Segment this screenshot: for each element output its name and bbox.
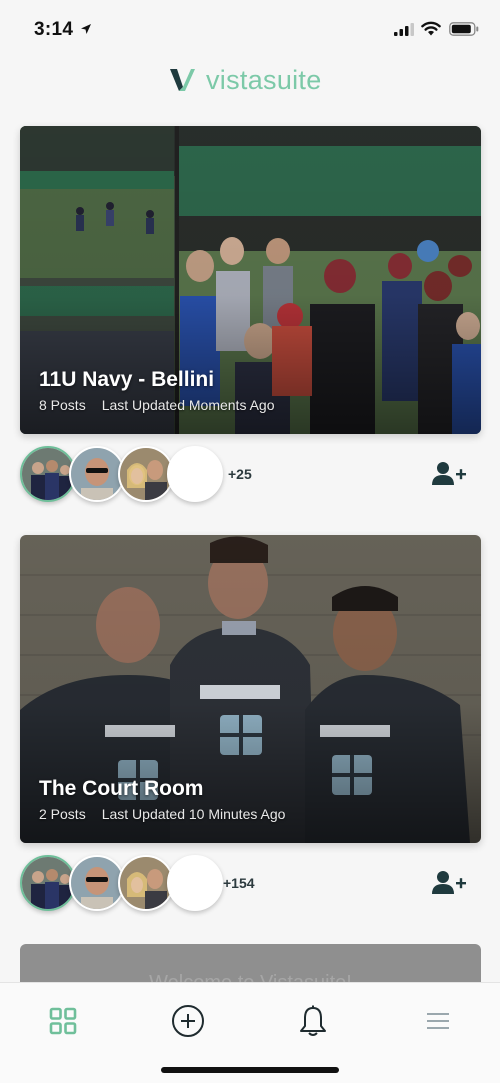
wifi-icon (421, 21, 441, 41)
avatar[interactable] (20, 446, 76, 502)
tab-notifications[interactable] (293, 1003, 333, 1043)
group-members-row: +154 (20, 855, 481, 915)
add-circle-icon (171, 1004, 205, 1043)
group-card[interactable]: 11U Navy - Bellini 8 Posts Last Updated M… (20, 126, 481, 434)
group-card[interactable]: The Court Room 2 Posts Last Updated 10 Mi… (20, 535, 481, 843)
more-members-count[interactable]: +154 (223, 875, 255, 891)
add-member-icon[interactable] (432, 870, 468, 901)
grid-icon (49, 1007, 77, 1040)
tab-create[interactable] (168, 1003, 208, 1043)
group-meta: 8 Posts Last Updated Moments Ago (39, 397, 274, 413)
avatar-placeholder[interactable] (167, 855, 223, 911)
avatar[interactable] (69, 446, 125, 502)
last-updated: Last Updated 10 Minutes Ago (101, 806, 286, 822)
tab-groups[interactable] (43, 1003, 83, 1043)
battery-icon (449, 22, 479, 41)
menu-icon (426, 1011, 450, 1036)
more-members-count[interactable]: +25 (228, 466, 252, 482)
status-bar: 3:14 (0, 0, 500, 58)
avatar-placeholder[interactable] (167, 446, 223, 502)
post-count: 2 Posts (39, 806, 86, 822)
avatar[interactable] (69, 855, 125, 911)
app-header: vistasuite (0, 62, 500, 102)
home-indicator (161, 1067, 339, 1073)
group-title: The Court Room (39, 777, 204, 800)
app-logo-text: vistasuite (206, 65, 322, 95)
avatar[interactable] (20, 855, 76, 911)
vistasuite-logo-icon (168, 67, 196, 98)
group-title: 11U Navy - Bellini (39, 368, 215, 391)
group-meta: 2 Posts Last Updated 10 Minutes Ago (39, 806, 285, 822)
bell-icon (299, 1005, 327, 1042)
tab-menu[interactable] (418, 1003, 458, 1043)
avatar[interactable] (118, 855, 174, 911)
add-member-icon[interactable] (432, 461, 468, 492)
avatar[interactable] (118, 446, 174, 502)
cellular-signal-icon (394, 23, 414, 41)
location-arrow-icon (80, 22, 92, 40)
group-members-row: +25 (20, 446, 481, 506)
post-count: 8 Posts (39, 397, 86, 413)
status-time: 3:14 (34, 19, 74, 40)
last-updated: Last Updated Moments Ago (101, 397, 275, 413)
